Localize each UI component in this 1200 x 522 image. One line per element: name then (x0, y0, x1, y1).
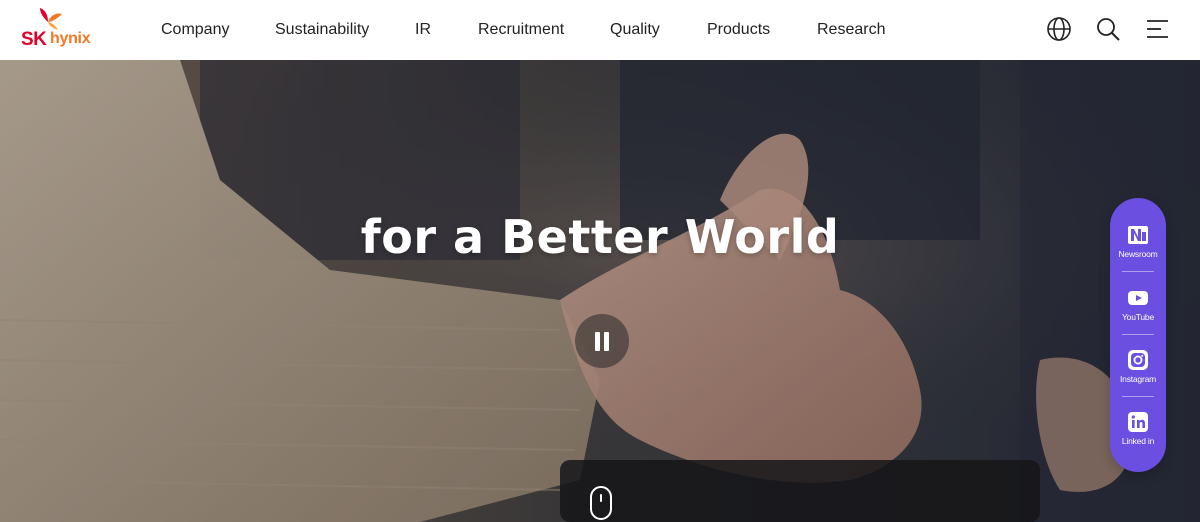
linkedin-icon (1128, 412, 1148, 432)
social-newsroom-label: Newsroom (1118, 249, 1158, 259)
social-youtube-label: YouTube (1121, 312, 1154, 322)
hero-background-image (0, 60, 1200, 522)
menu-icon[interactable] (1142, 14, 1172, 44)
divider (1122, 334, 1154, 335)
logo-sk-text: SK (21, 29, 47, 50)
search-icon[interactable] (1093, 14, 1123, 44)
site-header: SK hynix Company Sustainability IR Recru… (0, 0, 1200, 60)
nav-recruitment[interactable]: Recruitment (478, 21, 564, 39)
social-instagram-label: Instagram (1120, 374, 1156, 384)
scroll-wheel-dot (600, 494, 602, 502)
newsroom-icon (1128, 226, 1148, 244)
hero-title: for a Better World (360, 210, 840, 264)
nav-products[interactable]: Products (707, 21, 770, 39)
logo-hynix-text: hynix (50, 30, 91, 47)
social-linkedin[interactable]: Linked in (1110, 411, 1166, 446)
social-newsroom[interactable]: Newsroom (1110, 224, 1166, 259)
youtube-icon (1128, 291, 1148, 305)
pause-icon-bar (604, 332, 609, 351)
sk-hynix-logo[interactable]: SK hynix (20, 6, 102, 54)
nav-ir[interactable]: IR (415, 21, 431, 39)
divider (1122, 271, 1154, 272)
globe-icon[interactable] (1044, 14, 1074, 44)
nav-research[interactable]: Research (817, 21, 885, 39)
pause-icon (595, 332, 600, 351)
pause-button[interactable] (575, 314, 629, 368)
nav-quality[interactable]: Quality (610, 21, 660, 39)
hero-video: for a Better World (0, 60, 1200, 522)
social-linkedin-label: Linked in (1121, 436, 1155, 446)
instagram-icon (1128, 350, 1148, 370)
mouse-scroll-icon[interactable] (590, 486, 612, 520)
social-links-panel: Newsroom YouTube Instagram Linked in (1110, 198, 1166, 472)
nav-sustainability[interactable]: Sustainability (275, 21, 369, 39)
social-youtube[interactable]: YouTube (1110, 287, 1166, 322)
divider (1122, 396, 1154, 397)
butterfly-icon (40, 8, 62, 30)
nav-company[interactable]: Company (161, 21, 229, 39)
social-instagram[interactable]: Instagram (1110, 349, 1166, 384)
